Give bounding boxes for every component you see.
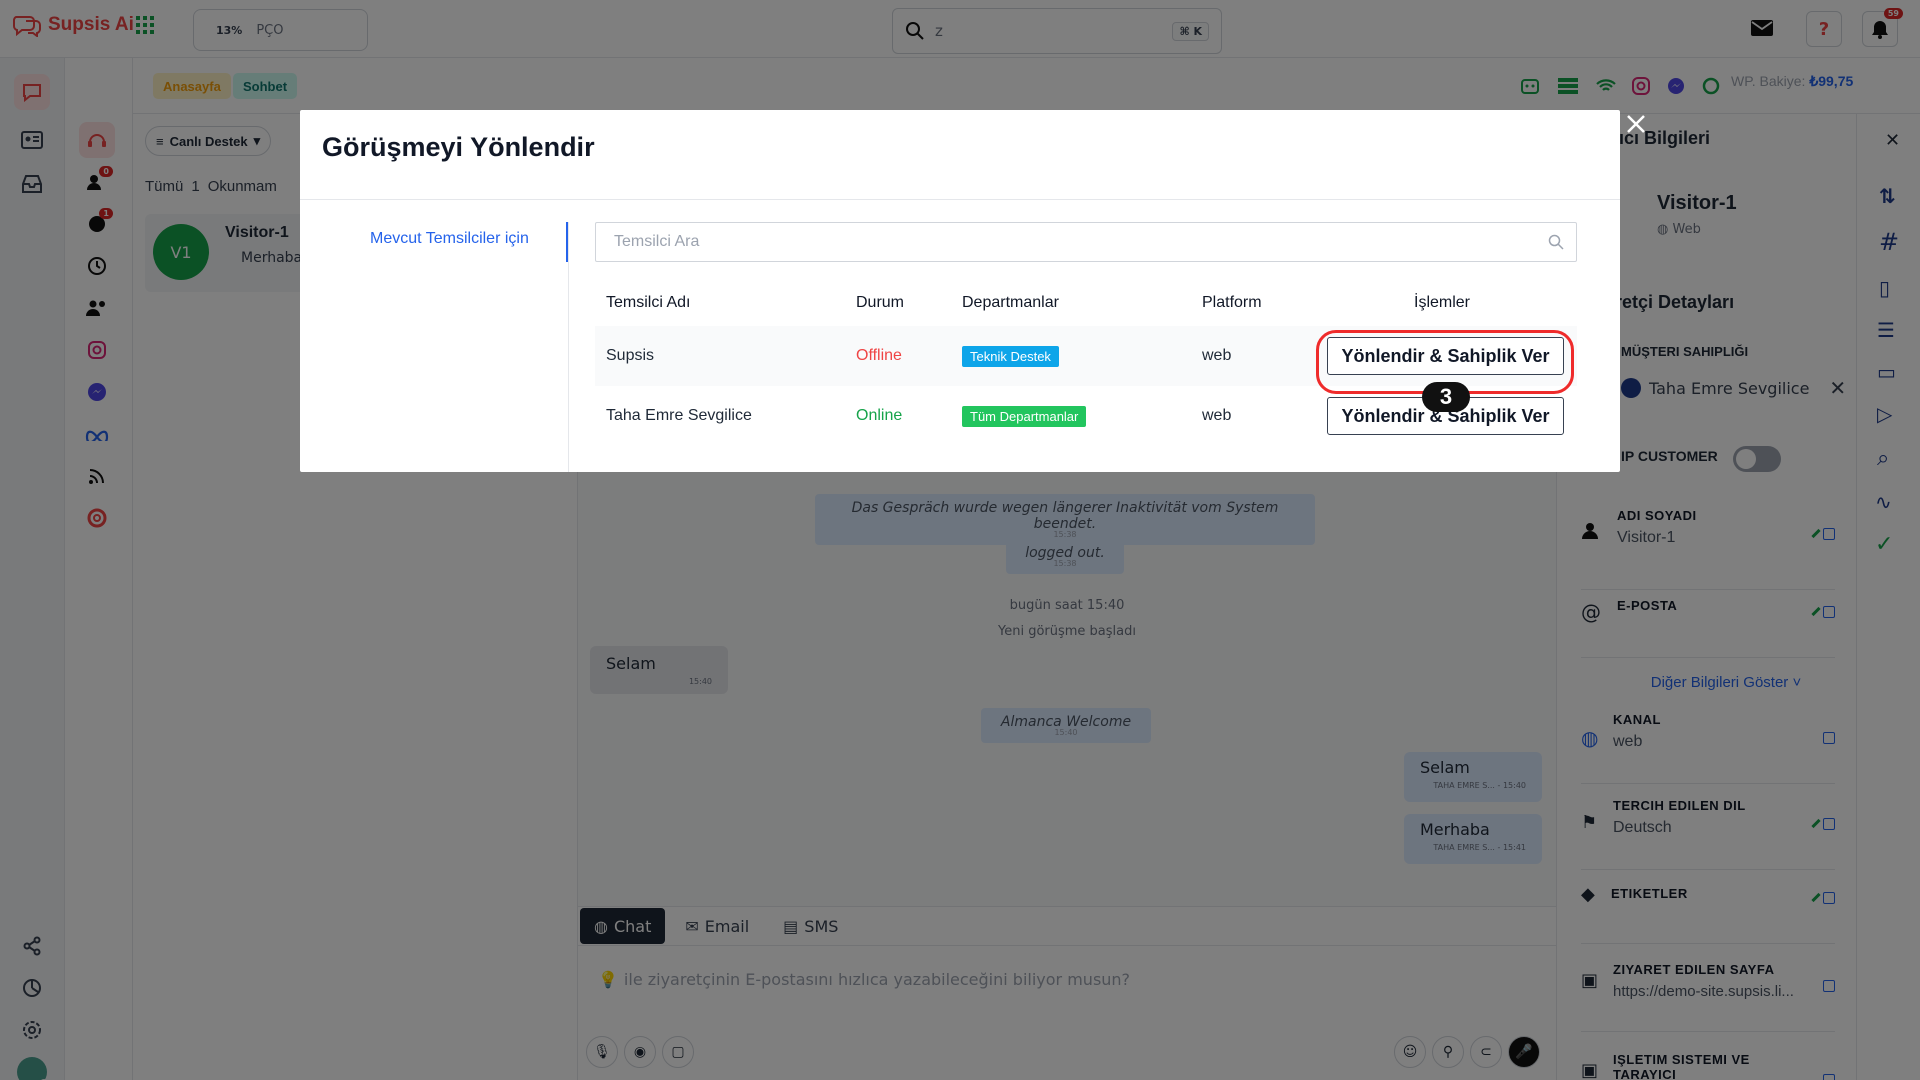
search-icon — [1548, 234, 1564, 250]
column-actions: İşlemler — [1414, 294, 1471, 311]
agent-search-input[interactable] — [595, 222, 1577, 262]
column-agent-name: Temsilci Adı — [606, 294, 691, 311]
agent-platform: web — [1202, 347, 1232, 364]
modal-divider — [300, 199, 1620, 200]
side-divider — [568, 222, 569, 472]
modal-title: Görüşmeyi Yönlendir — [322, 132, 595, 162]
column-status: Durum — [856, 294, 905, 311]
agent-name: Supsis — [606, 347, 655, 364]
agent-name: Taha Emre Sevgilice — [606, 407, 752, 424]
step-badge: 3 — [1422, 382, 1470, 412]
agent-status: Offline — [856, 347, 902, 364]
department-badge: Teknik Destek — [962, 345, 1059, 367]
department-badge: Tüm Departmanlar — [962, 405, 1087, 427]
tab-available-agents[interactable]: Mevcut Temsilciler için — [370, 230, 529, 248]
agent-platform: web — [1202, 407, 1232, 424]
transfer-modal: Görüşmeyi Yönlendir Mevcut Temsilciler i… — [300, 110, 1620, 472]
agent-status: Online — [856, 407, 903, 424]
close-modal-icon[interactable] — [1624, 112, 1648, 136]
column-departments: Departmanlar — [962, 294, 1059, 311]
column-platform: Platform — [1202, 294, 1262, 311]
